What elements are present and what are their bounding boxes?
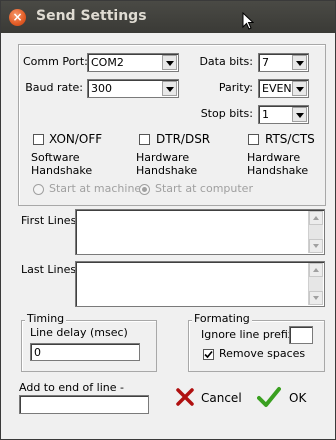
timing-group-title: Timing [25,312,67,325]
scroll-down-icon[interactable] [309,239,323,253]
rts-cts-desc-line2: Handshake [247,164,309,177]
ok-label: OK [289,391,307,405]
data-bits-label: Data bits: [199,55,253,68]
window-title: Send Settings [36,8,147,24]
stop-bits-value: 1 [262,108,269,121]
send-settings-window: × Send Settings Comm Port: COM2 Baud rat… [0,0,336,440]
cancel-button[interactable]: Cancel [171,384,242,412]
start-at-computer-radio[interactable] [139,184,150,195]
start-at-machine-radio[interactable] [33,184,44,195]
baud-rate-value: 300 [91,82,112,95]
dtr-dsr-checkbox[interactable] [139,134,150,145]
chevron-down-icon[interactable] [292,81,307,96]
checkmark-icon [204,350,213,359]
chevron-down-icon[interactable] [162,55,177,70]
stop-bits-select[interactable]: 1 [258,105,309,124]
close-icon[interactable]: × [9,9,26,26]
parity-select[interactable]: EVEN [258,79,309,98]
parity-label: Parity: [218,81,253,94]
formating-group-title: Formating [192,312,252,325]
xon-off-desc-line2: Handshake [31,164,93,177]
chevron-down-icon[interactable] [292,107,307,122]
dtr-dsr-desc-line1: Hardware [136,151,190,164]
add-end-label: Add to end of line - [19,381,124,394]
parity-value: EVEN [262,82,292,95]
start-at-machine-label: Start at machine [49,182,142,195]
baud-rate-select[interactable]: 300 [87,79,179,98]
comm-port-select[interactable]: COM2 [87,53,179,72]
comm-port-label: Comm Port: [23,55,88,68]
first-lines-textarea[interactable] [75,209,325,255]
start-at-computer-label: Start at computer [155,182,253,195]
add-end-input[interactable] [19,395,149,414]
scroll-down-icon[interactable] [309,291,323,305]
scroll-up-icon[interactable] [309,263,323,277]
dialog-body: Comm Port: COM2 Baud rate: 300 Data bits… [1,33,335,439]
ignore-prefix-input[interactable] [289,326,313,344]
xon-off-desc-line1: Software [31,151,80,164]
baud-rate-label: Baud rate: [25,81,83,94]
ok-button[interactable]: OK [253,384,315,412]
line-delay-input[interactable]: 0 [30,343,140,361]
rts-cts-label: RTS/CTS [265,132,315,146]
cancel-label: Cancel [201,391,242,405]
ignore-prefix-label: Ignore line prefix - [201,328,302,341]
rts-cts-checkbox[interactable] [248,134,259,145]
xon-off-checkbox[interactable] [33,134,44,145]
xon-off-label: XON/OFF [49,132,103,146]
remove-spaces-checkbox[interactable] [203,349,214,360]
dtr-dsr-label: DTR/DSR [156,132,211,146]
comm-port-value: COM2 [91,56,124,69]
first-lines-scrollbar[interactable] [308,211,323,253]
last-lines-label: Last Lines [21,263,77,276]
mouse-cursor-icon [242,12,254,30]
line-delay-value: 0 [34,346,41,359]
data-bits-select[interactable]: 7 [258,53,309,72]
remove-spaces-label: Remove spaces [219,347,306,360]
last-lines-textarea[interactable] [75,261,325,307]
first-lines-label: First Lines [21,214,77,227]
chevron-down-icon[interactable] [292,55,307,70]
data-bits-value: 7 [262,56,269,69]
rts-cts-desc-line1: Hardware [247,151,301,164]
cancel-x-icon [176,388,194,406]
chevron-down-icon[interactable] [162,81,177,96]
dtr-dsr-desc-line2: Handshake [136,164,198,177]
title-bar: × Send Settings [1,1,335,33]
scroll-up-icon[interactable] [309,211,323,225]
ok-check-icon [257,387,281,407]
stop-bits-label: Stop bits: [200,107,253,120]
line-delay-label: Line delay (msec) [30,326,128,339]
last-lines-scrollbar[interactable] [308,263,323,305]
